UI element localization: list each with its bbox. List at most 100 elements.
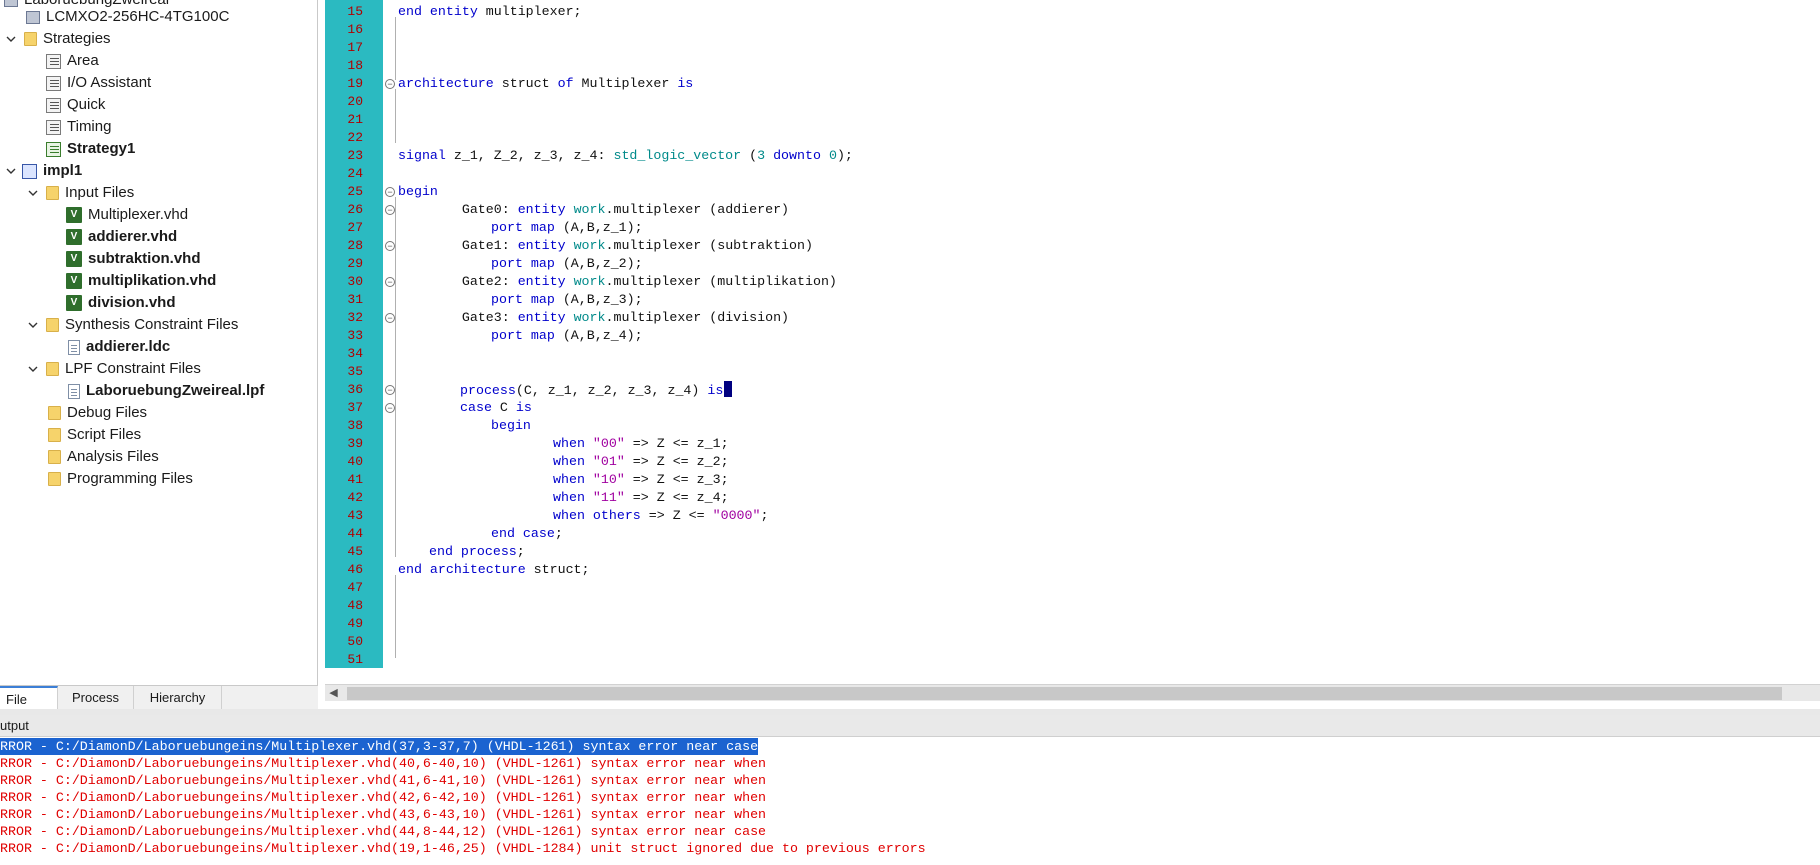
tree-item-file[interactable]: V multiplikation.vhd: [66, 270, 216, 292]
fold-toggle-icon[interactable]: −: [385, 277, 395, 287]
code-token: when: [553, 436, 585, 451]
code-line[interactable]: port map (A,B,z_2);: [398, 255, 643, 273]
code-line[interactable]: Gate3: entity work.multiplexer (division…: [398, 309, 789, 327]
code-token: work: [565, 202, 606, 217]
tab-hierarchy[interactable]: Hierarchy: [134, 686, 222, 710]
scroll-left-icon[interactable]: ◀: [325, 685, 342, 702]
tree-item-analysis-files[interactable]: Analysis Files: [46, 446, 159, 468]
code-token: port map: [491, 220, 555, 235]
code-line[interactable]: begin: [398, 417, 531, 435]
tab-file-list[interactable]: File List: [0, 686, 58, 731]
tree-item-strategy-timing[interactable]: Timing: [46, 116, 111, 138]
tree-item-file[interactable]: V addierer.vhd: [66, 226, 177, 248]
code-line[interactable]: when others => Z <= "0000";: [398, 507, 768, 525]
fold-toggle-icon[interactable]: −: [385, 241, 395, 251]
code-line[interactable]: when "00" => Z <= z_1;: [398, 435, 729, 453]
line-number: 25: [347, 184, 363, 199]
tree-item-device[interactable]: LCMXO2-256HC-4TG100C: [26, 6, 229, 28]
code-line[interactable]: port map (A,B,z_4);: [398, 327, 643, 345]
output-message[interactable]: RROR - C:/DiamonD/Laboruebungeins/Multip…: [0, 738, 758, 755]
chevron-down-icon[interactable]: [4, 160, 18, 182]
chevron-down-icon[interactable]: [4, 28, 18, 50]
tree-item-file[interactable]: V division.vhd: [66, 292, 176, 314]
code-line[interactable]: end architecture struct;: [398, 561, 590, 579]
fold-toggle-icon[interactable]: −: [385, 313, 395, 323]
code-line[interactable]: port map (A,B,z_3);: [398, 291, 643, 309]
code-line[interactable]: signal z_1, Z_2, z_3, z_4: std_logic_vec…: [398, 147, 853, 165]
code-token: is: [677, 76, 694, 91]
line-number: 24: [347, 166, 363, 181]
tree-item-label: Multiplexer.vhd: [88, 206, 189, 223]
line-number: 26: [347, 202, 363, 217]
code-line[interactable]: end case;: [398, 525, 563, 543]
chevron-down-icon[interactable]: [26, 314, 40, 336]
tree-item-file[interactable]: V subtraktion.vhd: [66, 248, 201, 270]
line-number: 51: [347, 652, 363, 667]
line-number: 49: [347, 616, 363, 631]
tree-item-synthesis-constraints[interactable]: Synthesis Constraint Files: [26, 314, 238, 336]
fold-toggle-icon[interactable]: −: [385, 403, 395, 413]
tree-item-input-files[interactable]: Input Files: [26, 182, 134, 204]
chevron-down-icon[interactable]: [26, 182, 40, 204]
vhdl-file-icon: V: [66, 207, 82, 223]
tree-item-programming-files[interactable]: Programming Files: [46, 468, 193, 490]
output-message[interactable]: RROR - C:/DiamonD/Laboruebungeins/Multip…: [0, 806, 766, 823]
output-message[interactable]: RROR - C:/DiamonD/Laboruebungeins/Multip…: [0, 772, 766, 789]
horizontal-scrollbar[interactable]: ◀: [325, 684, 1820, 701]
code-line[interactable]: case C is: [398, 399, 532, 417]
tree-item-strategy-active[interactable]: Strategy1: [46, 138, 135, 160]
tree-item-file[interactable]: V Multiplexer.vhd: [66, 204, 188, 226]
code-line[interactable]: when "01" => Z <= z_2;: [398, 453, 729, 471]
scrollbar-thumb[interactable]: [347, 687, 1782, 700]
output-message[interactable]: RROR - C:/DiamonD/Laboruebungeins/Multip…: [0, 840, 926, 857]
tree-item-lpf-constraints[interactable]: LPF Constraint Files: [26, 358, 201, 380]
output-message[interactable]: RROR - C:/DiamonD/Laboruebungeins/Multip…: [0, 789, 766, 806]
code-line[interactable]: port map (A,B,z_1);: [398, 219, 643, 237]
tree-item-strategy-io-assistant[interactable]: I/O Assistant: [46, 72, 151, 94]
code-token: end entity: [398, 4, 478, 19]
fold-toggle-icon[interactable]: −: [385, 187, 395, 197]
tree-item-label: Script Files: [67, 426, 142, 443]
tree-item-label: Strategies: [43, 30, 111, 47]
code-line[interactable]: when "10" => Z <= z_3;: [398, 471, 729, 489]
tree-item-label: LPF Constraint Files: [65, 360, 201, 377]
code-line[interactable]: Gate0: entity work.multiplexer (addierer…: [398, 201, 789, 219]
output-message[interactable]: RROR - C:/DiamonD/Laboruebungeins/Multip…: [0, 823, 766, 840]
tree-item-strategies[interactable]: Strategies: [4, 28, 111, 50]
vhdl-file-icon: V: [66, 229, 82, 245]
code-editor[interactable]: 15 16 17 18 19 20 21 22 23 24 25 26 27 28 29 30 31 32 33 34…: [325, 0, 1820, 686]
fold-toggle-icon[interactable]: −: [385, 79, 395, 89]
code-line[interactable]: end process;: [398, 543, 525, 561]
tree-item-strategy-quick[interactable]: Quick: [46, 94, 105, 116]
tree-item-impl[interactable]: impl1: [4, 160, 82, 182]
tab-process[interactable]: Process: [58, 686, 134, 710]
tree-item-label: multiplikation.vhd: [88, 272, 217, 289]
code-line[interactable]: Gate2: entity work.multiplexer (multipli…: [398, 273, 837, 291]
code-token: entity: [517, 310, 566, 325]
line-number: 17: [347, 40, 363, 55]
code-line[interactable]: end entity multiplexer;: [398, 3, 582, 21]
code-line[interactable]: Gate1: entity work.multiplexer (subtrakt…: [398, 237, 813, 255]
fold-guide: [395, 17, 396, 80]
tree-tab-bar: File List Process Hierarchy: [0, 685, 318, 731]
line-number: 19: [347, 76, 363, 91]
tree-item-file[interactable]: LaboruebungZweireal.lpf: [66, 380, 264, 402]
strategy-icon: [46, 97, 61, 113]
code-line[interactable]: begin: [398, 183, 438, 201]
tree-item-strategy-area[interactable]: Area: [46, 50, 99, 72]
tree-item-script-files[interactable]: Script Files: [46, 424, 141, 446]
output-message[interactable]: RROR - C:/DiamonD/Laboruebungeins/Multip…: [0, 755, 766, 772]
tree-item-file[interactable]: addierer.ldc: [66, 336, 170, 358]
tree-item-debug-files[interactable]: Debug Files: [46, 402, 147, 424]
code-line[interactable]: architecture struct of Multiplexer is: [398, 75, 693, 93]
line-number: 39: [347, 436, 363, 451]
fold-toggle-icon[interactable]: −: [385, 385, 395, 395]
code-token: struct;: [525, 562, 590, 577]
code-line[interactable]: process(C, z_1, z_2, z_3, z_4) is: [398, 381, 733, 399]
code-token: .multiplexer (multiplikation): [605, 274, 837, 289]
chevron-down-icon[interactable]: [26, 358, 40, 380]
fold-toggle-icon[interactable]: −: [385, 205, 395, 215]
code-token: entity: [517, 274, 566, 289]
code-line[interactable]: when "11" => Z <= z_4;: [398, 489, 729, 507]
code-token: C: [491, 400, 516, 415]
